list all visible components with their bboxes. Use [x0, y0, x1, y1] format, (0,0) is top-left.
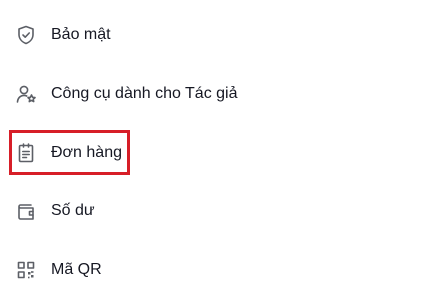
- menu-item-security[interactable]: Bảo mật: [0, 15, 448, 55]
- menu-item-label: Bảo mật: [51, 26, 111, 43]
- wallet-icon: [14, 199, 38, 223]
- menu-item-label: Đơn hàng: [51, 144, 122, 161]
- menu-item-creator-tools[interactable]: Công cụ dành cho Tác giả: [0, 74, 448, 114]
- menu-item-label: Công cụ dành cho Tác giả: [51, 85, 238, 102]
- menu-item-qr-code[interactable]: Mã QR: [0, 250, 448, 290]
- user-star-icon: [14, 82, 38, 106]
- shield-check-icon: [14, 23, 38, 47]
- qr-code-icon: [14, 258, 38, 282]
- menu-item-orders[interactable]: Đơn hàng: [0, 133, 448, 173]
- menu-item-label: Số dư: [51, 202, 95, 219]
- menu-item-label: Mã QR: [51, 261, 102, 278]
- account-menu: Bảo mật Công cụ dành cho Tác giả Đơn hàn…: [0, 0, 448, 291]
- menu-item-balance[interactable]: Số dư: [0, 191, 448, 231]
- order-clipboard-icon: [14, 141, 38, 165]
